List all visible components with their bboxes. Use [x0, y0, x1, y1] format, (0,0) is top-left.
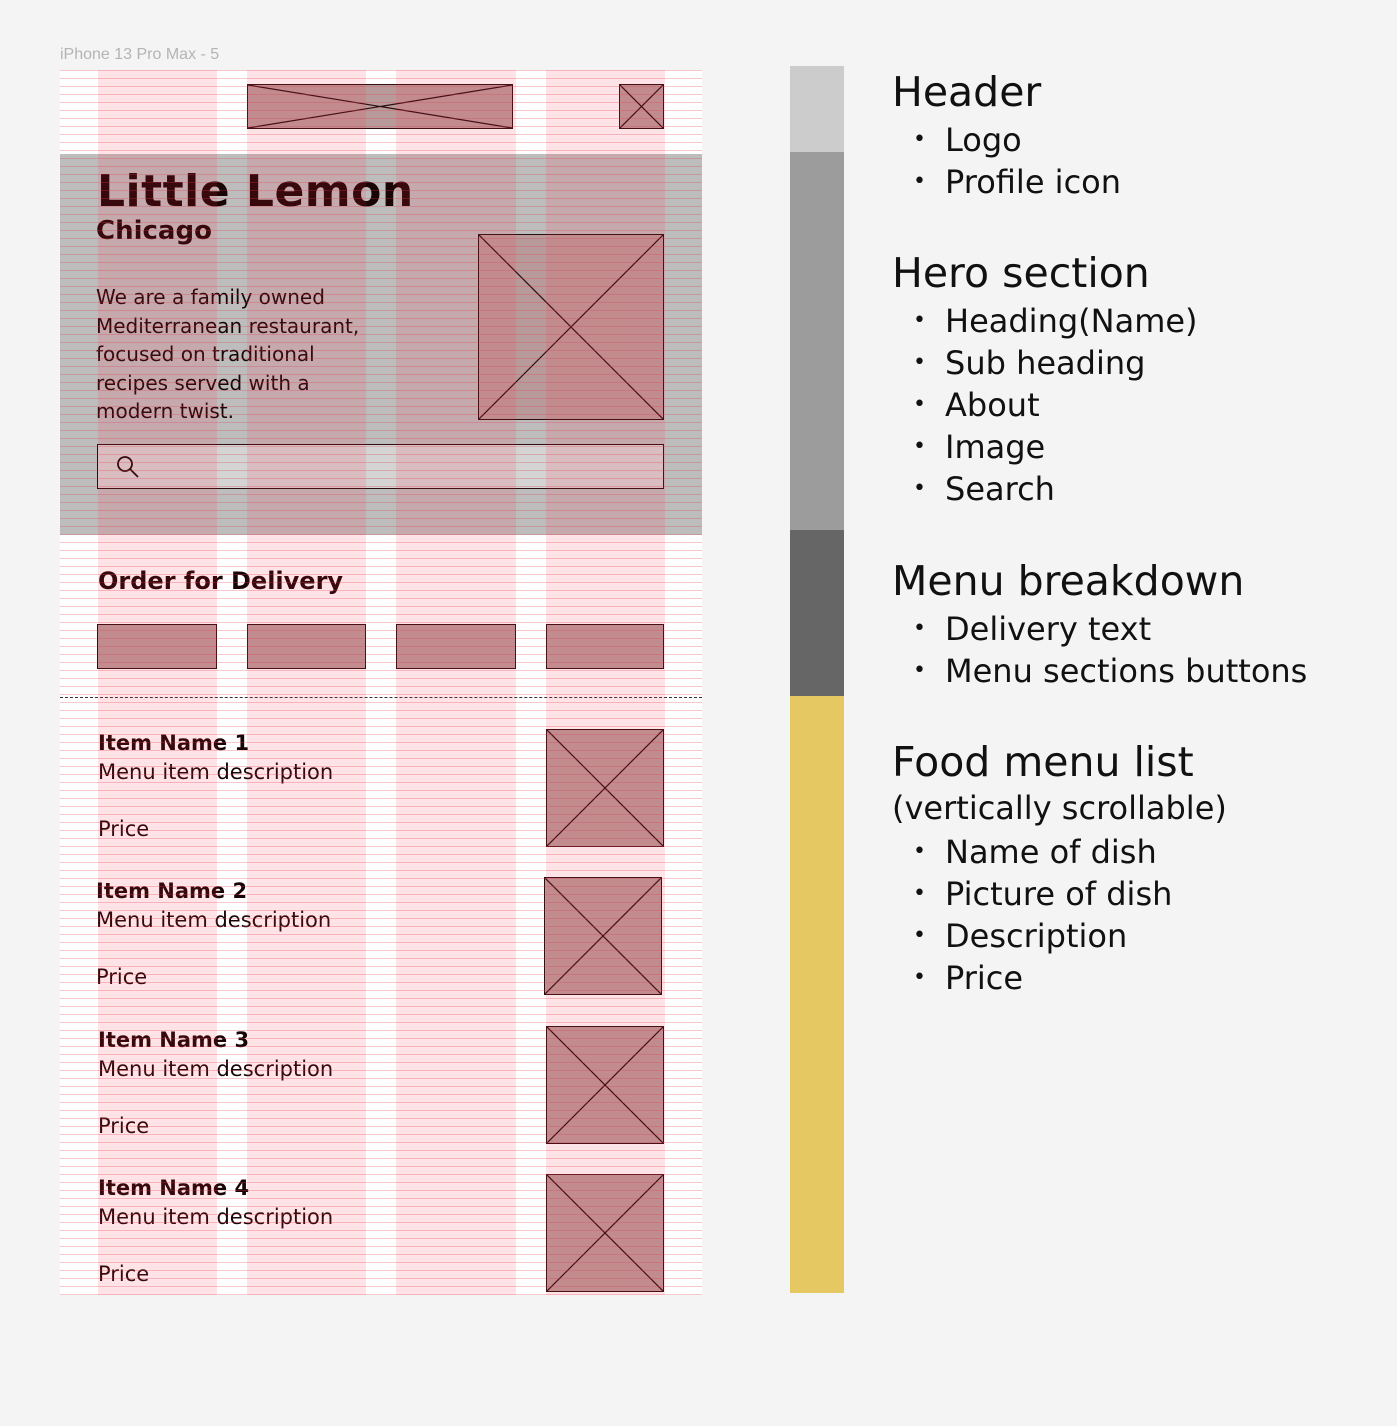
- legend-item: Search: [913, 468, 1198, 510]
- food-list-legend-swatch: [790, 696, 844, 1293]
- item-description: Menu item description: [98, 1057, 334, 1081]
- menu-breakdown-legend-swatch: [790, 530, 844, 696]
- item-price: Price: [98, 817, 150, 841]
- dish-image-placeholder: [546, 729, 664, 847]
- hero-legend-swatch: [790, 152, 844, 530]
- menu-section-button-3[interactable]: [396, 624, 516, 669]
- item-description: Menu item description: [98, 1205, 334, 1229]
- phone-wireframe: Little Lemon Chicago We are a family own…: [60, 70, 702, 1295]
- delivery-heading: Order for Delivery: [98, 567, 344, 595]
- frame-label: iPhone 13 Pro Max - 5: [60, 46, 220, 63]
- menu-section-button-4[interactable]: [546, 624, 664, 669]
- section-divider: [60, 697, 702, 698]
- item-price: Price: [96, 965, 148, 989]
- legend-item: Menu sections buttons: [913, 650, 1307, 692]
- search-input[interactable]: [97, 444, 664, 489]
- dish-image-placeholder: [546, 1174, 664, 1292]
- logo-placeholder[interactable]: [247, 84, 513, 129]
- legend-hero-title: Hero section: [892, 249, 1150, 297]
- dish-image-placeholder: [546, 1026, 664, 1144]
- hero-image-placeholder: [478, 234, 664, 420]
- legend-item: Logo: [913, 119, 1121, 161]
- hero-subheading: Chicago: [96, 216, 212, 246]
- dish-image-placeholder: [544, 877, 662, 995]
- menu-section-button-1[interactable]: [97, 624, 217, 669]
- legend-food-list-list: Name of dish Picture of dish Description…: [913, 831, 1172, 999]
- hero-heading: Little Lemon: [97, 166, 414, 217]
- legend-item: Sub heading: [913, 342, 1198, 384]
- profile-icon-placeholder[interactable]: [619, 84, 664, 129]
- legend-item: Picture of dish: [913, 873, 1172, 915]
- item-description: Menu item description: [98, 760, 334, 784]
- legend-item: Delivery text: [913, 608, 1307, 650]
- hero-about-text: We are a family owned Mediterranean rest…: [96, 285, 360, 423]
- legend-menu-breakdown-list: Delivery text Menu sections buttons: [913, 608, 1307, 692]
- header-legend-swatch: [790, 66, 844, 152]
- legend-hero-list: Heading(Name) Sub heading About Image Se…: [913, 300, 1198, 510]
- item-price: Price: [98, 1262, 150, 1286]
- item-description: Menu item description: [96, 908, 332, 932]
- legend-header-list: Logo Profile icon: [913, 119, 1121, 203]
- legend-menu-breakdown-title: Menu breakdown: [892, 557, 1245, 605]
- legend-food-list-subtitle: (vertically scrollable): [892, 789, 1227, 827]
- item-name: Item Name 1: [98, 731, 250, 755]
- item-name: Item Name 4: [98, 1176, 250, 1200]
- item-name: Item Name 3: [98, 1028, 250, 1052]
- menu-section-button-2[interactable]: [247, 624, 366, 669]
- legend-item: Description: [913, 915, 1172, 957]
- legend-item: About: [913, 384, 1198, 426]
- search-icon: [117, 456, 139, 478]
- legend-food-list-title: Food menu list: [892, 738, 1194, 786]
- item-price: Price: [98, 1114, 150, 1138]
- legend-header-title: Header: [892, 68, 1042, 116]
- legend-item: Name of dish: [913, 831, 1172, 873]
- legend-item: Price: [913, 957, 1172, 999]
- legend-item: Profile icon: [913, 161, 1121, 203]
- legend-item: Heading(Name): [913, 300, 1198, 342]
- legend-item: Image: [913, 426, 1198, 468]
- item-name: Item Name 2: [96, 879, 248, 903]
